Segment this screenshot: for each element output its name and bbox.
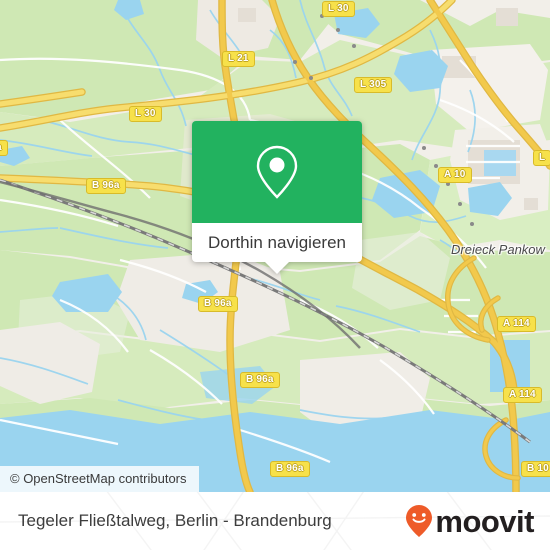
road-shield-a114-upper: A 114 [497,316,536,332]
moovit-logo[interactable]: moovit [404,504,534,538]
road-shield-edge-right: L [533,150,550,166]
osm-attribution[interactable]: © OpenStreetMap contributors [0,466,199,492]
road-shield-b96a-left: B 96a [86,178,126,194]
road-shield-b10: B 10 [521,461,550,477]
bottom-bar: Tegeler Fließtalweg, Berlin - Brandenbur… [0,492,550,550]
moovit-pin-smile-icon [406,505,433,537]
map-canvas[interactable]: L 21 L 30 L 305 L 30 a A 10 L B 96a B 96… [0,0,550,492]
road-shield-b96a-mid: B 96a [198,296,238,312]
map-pin-icon [256,145,298,199]
destination-popup-card[interactable]: Dorthin navigieren [192,121,362,274]
popup-header [192,121,362,223]
road-shield-l305: L 305 [354,77,393,93]
place-label-dreieck-pankow: Dreieck Pankow [451,242,545,257]
place-name-title: Tegeler Fließtalweg, Berlin - Brandenbur… [18,511,332,530]
road-shield-l30-top: L 30 [322,1,355,17]
road-shield-l21: L 21 [222,51,255,67]
road-shield-edge-left: a [0,140,8,156]
map-screen: L 21 L 30 L 305 L 30 a A 10 L B 96a B 96… [0,0,550,550]
moovit-wordmark: moovit [435,503,534,539]
popup-pointer-tail [264,261,290,274]
road-shield-l30-left: L 30 [129,106,162,122]
navigate-there-label: Dorthin navigieren [208,232,346,252]
road-shield-b96a-lower: B 96a [240,372,280,388]
road-shield-a114-lower: A 114 [503,387,542,403]
road-shield-b96a-bottom: B 96a [270,461,310,477]
navigate-there-button[interactable]: Dorthin navigieren [192,223,362,274]
road-shield-a10: A 10 [438,167,472,183]
